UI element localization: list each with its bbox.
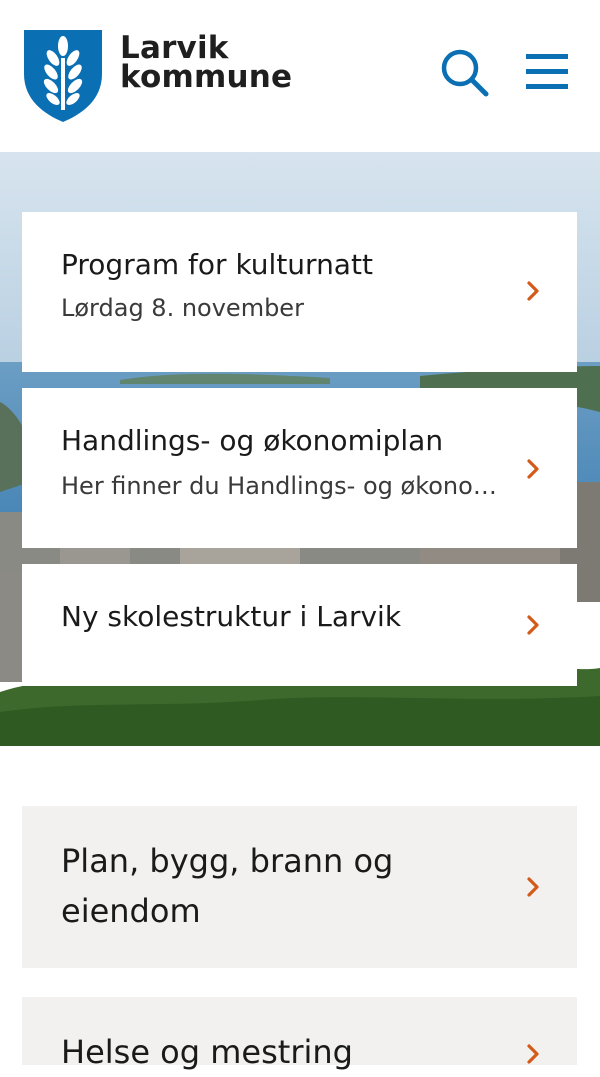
category-label: Plan, bygg, brann og eiendom: [61, 842, 394, 930]
chevron-right-icon: [527, 459, 539, 479]
chevron-right-icon: [527, 1044, 539, 1064]
category-label: Helse og mestring: [61, 1033, 353, 1071]
chevron-right-icon: [527, 877, 539, 897]
chevron-right-icon: [527, 281, 539, 301]
category-card-helse[interactable]: Helse og mestring: [22, 997, 577, 1071]
featured-card-title: Program for kulturnatt: [61, 248, 373, 281]
site-header: Larvik kommune: [0, 0, 600, 152]
logo-wordmark[interactable]: Larvik kommune: [120, 33, 293, 95]
hero-section: Program for kulturnatt Lørdag 8. novembe…: [0, 152, 600, 746]
featured-card-subtitle: Her finner du Handlings- og økonomiplane…: [61, 472, 501, 500]
featured-card-1[interactable]: Program for kulturnatt Lørdag 8. novembe…: [22, 212, 577, 372]
featured-card-title: Ny skolestruktur i Larvik: [61, 600, 402, 633]
featured-card-3[interactable]: Ny skolestruktur i Larvik: [22, 564, 577, 686]
hamburger-menu-icon: [526, 54, 568, 89]
search-button[interactable]: [438, 46, 490, 98]
menu-button[interactable]: [524, 50, 570, 92]
search-icon: [441, 49, 489, 97]
featured-card-subtitle: Lørdag 8. november: [61, 294, 304, 322]
featured-card-2[interactable]: Handlings- og økonomiplan Her finner du …: [22, 388, 577, 548]
logo-line2: kommune: [120, 59, 293, 95]
featured-card-title: Handlings- og økonomiplan: [61, 424, 444, 457]
category-card-plan-bygg[interactable]: Plan, bygg, brann og eiendom: [22, 806, 577, 968]
larvik-shield-logo-icon[interactable]: [22, 28, 104, 124]
chevron-right-icon: [527, 615, 539, 635]
